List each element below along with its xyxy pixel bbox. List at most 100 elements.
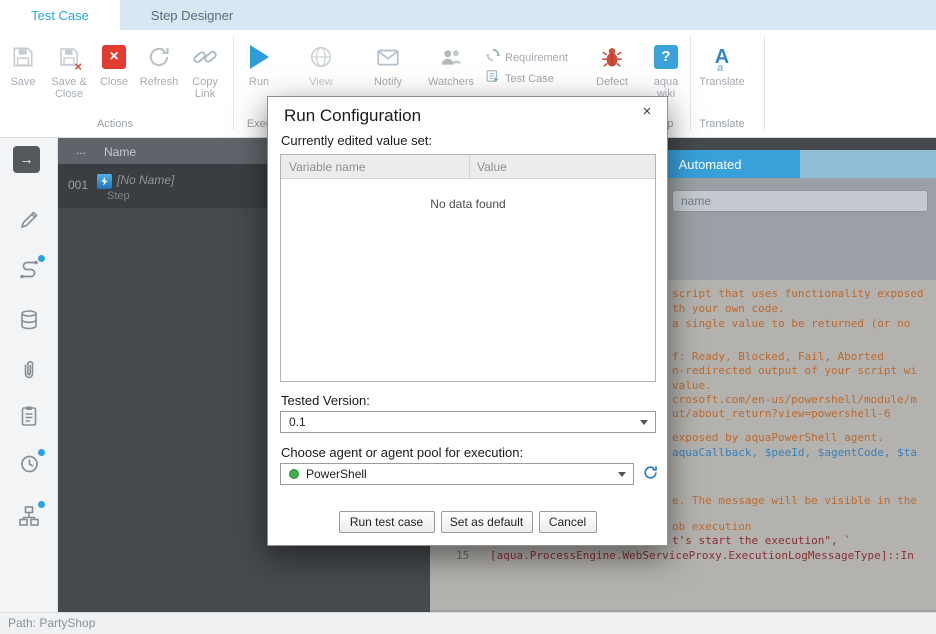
test-case-icon — [486, 69, 500, 88]
step-type: Step — [107, 190, 130, 202]
tab-automated-label: Automated — [679, 157, 742, 172]
sidebar-item-attachments[interactable] — [17, 358, 41, 382]
run-label: Run — [249, 76, 269, 88]
history-clock-icon — [17, 452, 41, 476]
code-line: [aqua.ProcessEngine.WebServiceProxy.Exec… — [490, 549, 914, 562]
view-label: View — [309, 76, 333, 88]
sidebar-item-history[interactable] — [17, 452, 41, 476]
sidebar-item-tasks[interactable] — [17, 404, 41, 428]
dialog-title: Run Configuration — [284, 106, 421, 126]
notify-label: Notify — [374, 76, 402, 88]
tab-test-case[interactable]: Test Case — [0, 0, 120, 30]
app-window: Test Case Step Designer Save × Save &Clo… — [0, 0, 936, 634]
value-column-header: Value — [477, 160, 507, 174]
defect-button[interactable]: Defect — [590, 38, 634, 88]
code-line: t's start the execution", ` — [672, 534, 851, 547]
sidebar-item-edit[interactable] — [17, 208, 41, 232]
translate-button[interactable]: A a Translate — [698, 38, 746, 88]
notify-button[interactable]: Notify — [366, 38, 410, 88]
defect-icon — [599, 38, 625, 76]
test-case-button[interactable]: Test Case — [486, 68, 590, 89]
breadcrumb-path: Path: PartyShop — [8, 616, 95, 630]
requirement-icon — [486, 48, 500, 67]
view-icon — [308, 38, 334, 76]
save-label: Save — [10, 76, 35, 88]
code-line: ut/about_return?view=powershell-6 — [672, 407, 891, 420]
dialog-close-icon[interactable]: × — [638, 103, 656, 121]
save-icon — [10, 38, 36, 76]
save-button[interactable]: Save — [2, 38, 44, 88]
sitemap-icon — [17, 504, 41, 528]
arrow-right-icon: → — [20, 151, 34, 167]
sidebar-item-steps[interactable] — [17, 258, 41, 282]
set-as-default-button[interactable]: Set as default — [441, 511, 533, 533]
aqua-wiki-button[interactable]: ? aquawiki — [644, 38, 688, 100]
requirement-label: Requirement — [505, 52, 568, 64]
dialog-button-row: Run test case Set as default Cancel — [268, 511, 667, 533]
sidebar-item-dependencies[interactable] — [17, 504, 41, 528]
ribbon-separator — [764, 36, 765, 130]
code-line: a single value to be returned (or no — [672, 317, 910, 330]
collapse-sidebar-button[interactable]: → — [13, 146, 40, 173]
translate-icon: A a — [715, 38, 729, 76]
test-case-label: Test Case — [505, 73, 554, 85]
script-name-text: name — [681, 194, 711, 208]
code-line: aquaCallback, $peeId, $agentCode, $ta — [672, 446, 917, 459]
code-line: value. — [672, 379, 712, 392]
agent-label: Choose agent or agent pool for execution… — [281, 445, 523, 460]
view-button[interactable]: View — [300, 38, 342, 88]
copy-link-icon — [192, 38, 218, 76]
group-label-translate: Translate — [688, 118, 756, 130]
run-test-case-button[interactable]: Run test case — [339, 511, 435, 533]
pencil-icon — [17, 208, 41, 232]
refresh-icon — [146, 38, 172, 76]
column-icon-header: ... — [76, 143, 86, 157]
sidebar-item-data[interactable] — [17, 308, 41, 332]
watchers-button[interactable]: Watchers — [424, 38, 478, 88]
code-line: ob execution — [672, 520, 751, 533]
red-x-overlay-icon: × — [74, 59, 82, 74]
save-and-close-button[interactable]: × Save &Close — [46, 38, 92, 100]
value-set-grid-header: Variable name Value — [281, 155, 655, 179]
run-button[interactable]: Run — [238, 38, 280, 88]
refresh-label: Refresh — [140, 76, 179, 88]
save-and-close-icon: × — [57, 38, 81, 76]
automated-step-icon — [97, 174, 112, 189]
defect-label: Defect — [596, 76, 628, 88]
script-name-field[interactable]: name — [672, 190, 928, 212]
agent-dropdown[interactable]: PowerShell — [280, 463, 634, 485]
ribbon-separator — [233, 36, 234, 130]
group-label-actions: Actions — [78, 118, 152, 130]
tab-step-designer-label: Step Designer — [151, 8, 233, 23]
code-line: f: Ready, Blocked, Fail, Aborted — [672, 350, 884, 363]
refresh-icon — [642, 464, 659, 481]
left-sidebar: → — [0, 138, 58, 612]
aqua-wiki-icon: ? — [654, 38, 678, 76]
column-divider — [469, 155, 470, 179]
tested-version-label: Tested Version: — [281, 393, 370, 408]
code-line: th your own code. — [672, 302, 785, 315]
tested-version-dropdown[interactable]: 0.1 — [280, 411, 656, 433]
refresh-button[interactable]: Refresh — [136, 38, 182, 88]
tab-strip-extension — [800, 150, 936, 178]
notification-dot — [38, 255, 45, 262]
step-name: [No Name] — [117, 173, 174, 187]
copy-link-button[interactable]: CopyLink — [184, 38, 226, 100]
agent-online-status-icon — [289, 469, 299, 479]
cancel-button[interactable]: Cancel — [539, 511, 597, 533]
agent-value: PowerShell — [306, 464, 367, 484]
clipboard-icon — [17, 404, 41, 428]
refresh-agents-button[interactable] — [642, 464, 660, 482]
value-set-grid: Variable name Value No data found — [280, 154, 656, 382]
close-icon: × — [102, 38, 126, 76]
chevron-down-icon — [618, 472, 626, 477]
status-bar: Path: PartyShop — [0, 612, 936, 634]
code-line: 15 — [456, 549, 469, 562]
notification-dot — [38, 449, 45, 456]
tab-step-designer[interactable]: Step Designer — [120, 0, 264, 30]
tested-version-value: 0.1 — [289, 412, 306, 432]
requirement-button[interactable]: Requirement — [486, 47, 590, 68]
value-set-label: Currently edited value set: — [281, 133, 432, 148]
close-button[interactable]: × Close — [94, 38, 134, 88]
tab-test-case-label: Test Case — [31, 8, 89, 23]
